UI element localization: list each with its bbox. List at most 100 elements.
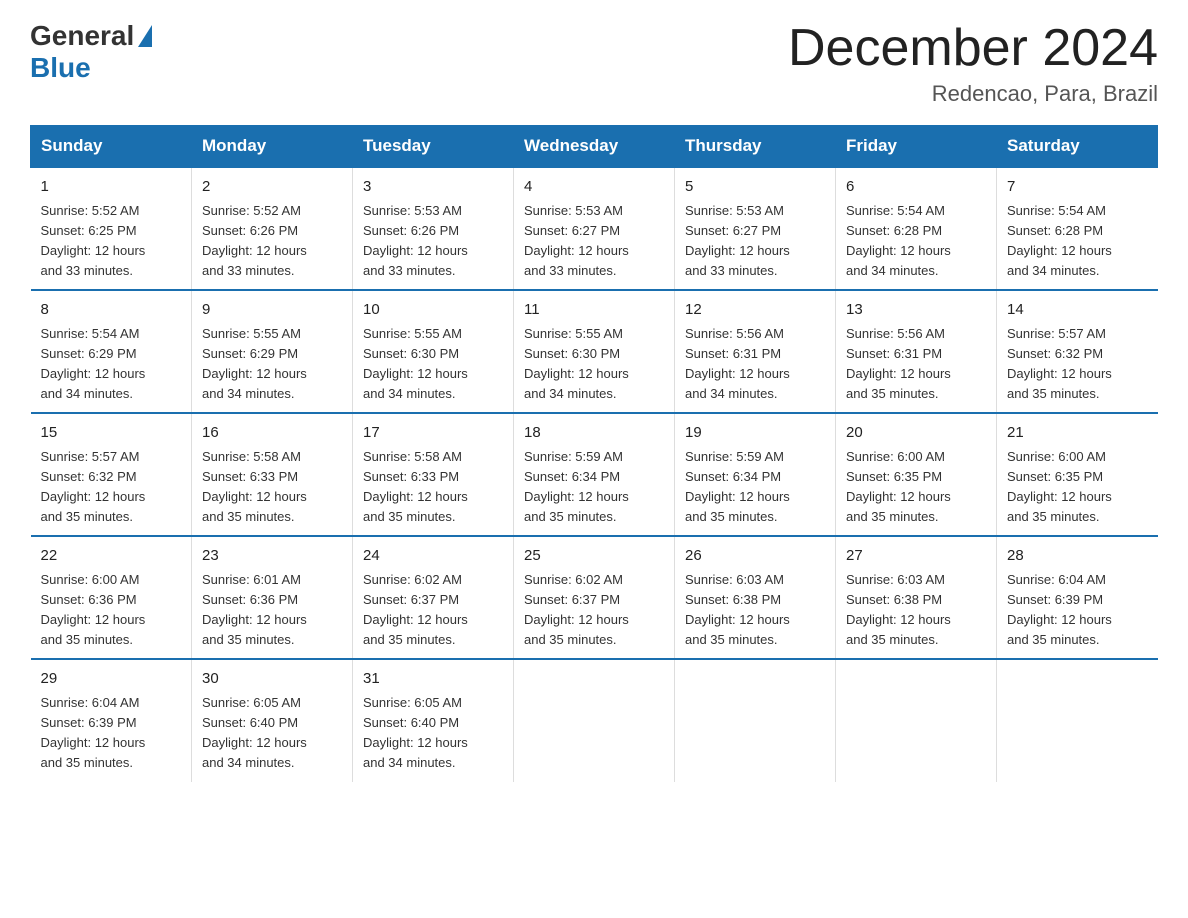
calendar-table: SundayMondayTuesdayWednesdayThursdayFrid… — [30, 125, 1158, 781]
day-info: Sunrise: 5:59 AMSunset: 6:34 PMDaylight:… — [685, 447, 825, 528]
calendar-cell: 4Sunrise: 5:53 AMSunset: 6:27 PMDaylight… — [514, 167, 675, 290]
calendar-cell: 20Sunrise: 6:00 AMSunset: 6:35 PMDayligh… — [836, 413, 997, 536]
day-number: 13 — [846, 299, 986, 322]
day-number: 10 — [363, 299, 503, 322]
calendar-week-row: 29Sunrise: 6:04 AMSunset: 6:39 PMDayligh… — [31, 659, 1158, 781]
location-subtitle: Redencao, Para, Brazil — [788, 81, 1158, 107]
calendar-cell: 9Sunrise: 5:55 AMSunset: 6:29 PMDaylight… — [192, 290, 353, 413]
calendar-cell: 22Sunrise: 6:00 AMSunset: 6:36 PMDayligh… — [31, 536, 192, 659]
logo-blue-label: Blue — [30, 52, 91, 84]
day-number: 20 — [846, 422, 986, 445]
day-info: Sunrise: 5:56 AMSunset: 6:31 PMDaylight:… — [685, 324, 825, 405]
day-info: Sunrise: 5:52 AMSunset: 6:25 PMDaylight:… — [41, 201, 182, 282]
day-number: 17 — [363, 422, 503, 445]
header-monday: Monday — [192, 126, 353, 168]
day-info: Sunrise: 6:02 AMSunset: 6:37 PMDaylight:… — [524, 570, 664, 651]
calendar-cell: 6Sunrise: 5:54 AMSunset: 6:28 PMDaylight… — [836, 167, 997, 290]
calendar-cell — [514, 659, 675, 781]
header-wednesday: Wednesday — [514, 126, 675, 168]
day-number: 14 — [1007, 299, 1148, 322]
calendar-cell: 17Sunrise: 5:58 AMSunset: 6:33 PMDayligh… — [353, 413, 514, 536]
day-info: Sunrise: 6:00 AMSunset: 6:35 PMDaylight:… — [1007, 447, 1148, 528]
calendar-cell: 19Sunrise: 5:59 AMSunset: 6:34 PMDayligh… — [675, 413, 836, 536]
calendar-cell: 14Sunrise: 5:57 AMSunset: 6:32 PMDayligh… — [997, 290, 1158, 413]
day-number: 12 — [685, 299, 825, 322]
logo: General Blue — [30, 20, 152, 84]
day-info: Sunrise: 5:58 AMSunset: 6:33 PMDaylight:… — [202, 447, 342, 528]
header-thursday: Thursday — [675, 126, 836, 168]
day-info: Sunrise: 6:00 AMSunset: 6:36 PMDaylight:… — [41, 570, 182, 651]
day-number: 27 — [846, 545, 986, 568]
day-number: 23 — [202, 545, 342, 568]
calendar-cell: 29Sunrise: 6:04 AMSunset: 6:39 PMDayligh… — [31, 659, 192, 781]
header-sunday: Sunday — [31, 126, 192, 168]
day-number: 30 — [202, 668, 342, 691]
calendar-cell: 7Sunrise: 5:54 AMSunset: 6:28 PMDaylight… — [997, 167, 1158, 290]
calendar-cell: 16Sunrise: 5:58 AMSunset: 6:33 PMDayligh… — [192, 413, 353, 536]
day-info: Sunrise: 5:53 AMSunset: 6:27 PMDaylight:… — [524, 201, 664, 282]
month-year-title: December 2024 — [788, 20, 1158, 77]
calendar-cell: 30Sunrise: 6:05 AMSunset: 6:40 PMDayligh… — [192, 659, 353, 781]
calendar-cell: 27Sunrise: 6:03 AMSunset: 6:38 PMDayligh… — [836, 536, 997, 659]
day-info: Sunrise: 5:59 AMSunset: 6:34 PMDaylight:… — [524, 447, 664, 528]
calendar-cell: 3Sunrise: 5:53 AMSunset: 6:26 PMDaylight… — [353, 167, 514, 290]
day-info: Sunrise: 5:54 AMSunset: 6:28 PMDaylight:… — [1007, 201, 1148, 282]
calendar-cell: 12Sunrise: 5:56 AMSunset: 6:31 PMDayligh… — [675, 290, 836, 413]
day-info: Sunrise: 6:04 AMSunset: 6:39 PMDaylight:… — [1007, 570, 1148, 651]
day-number: 2 — [202, 176, 342, 199]
calendar-cell: 28Sunrise: 6:04 AMSunset: 6:39 PMDayligh… — [997, 536, 1158, 659]
calendar-cell: 15Sunrise: 5:57 AMSunset: 6:32 PMDayligh… — [31, 413, 192, 536]
day-number: 1 — [41, 176, 182, 199]
day-info: Sunrise: 5:54 AMSunset: 6:28 PMDaylight:… — [846, 201, 986, 282]
calendar-cell: 2Sunrise: 5:52 AMSunset: 6:26 PMDaylight… — [192, 167, 353, 290]
day-number: 4 — [524, 176, 664, 199]
calendar-cell: 25Sunrise: 6:02 AMSunset: 6:37 PMDayligh… — [514, 536, 675, 659]
calendar-cell: 5Sunrise: 5:53 AMSunset: 6:27 PMDaylight… — [675, 167, 836, 290]
day-number: 9 — [202, 299, 342, 322]
day-info: Sunrise: 6:00 AMSunset: 6:35 PMDaylight:… — [846, 447, 986, 528]
header-friday: Friday — [836, 126, 997, 168]
calendar-week-row: 15Sunrise: 5:57 AMSunset: 6:32 PMDayligh… — [31, 413, 1158, 536]
day-number: 21 — [1007, 422, 1148, 445]
day-info: Sunrise: 5:57 AMSunset: 6:32 PMDaylight:… — [41, 447, 182, 528]
day-number: 6 — [846, 176, 986, 199]
calendar-header: SundayMondayTuesdayWednesdayThursdayFrid… — [31, 126, 1158, 168]
day-number: 16 — [202, 422, 342, 445]
day-info: Sunrise: 6:05 AMSunset: 6:40 PMDaylight:… — [202, 693, 342, 774]
logo-general-text: General — [30, 20, 152, 52]
calendar-cell: 8Sunrise: 5:54 AMSunset: 6:29 PMDaylight… — [31, 290, 192, 413]
calendar-cell: 24Sunrise: 6:02 AMSunset: 6:37 PMDayligh… — [353, 536, 514, 659]
day-info: Sunrise: 5:56 AMSunset: 6:31 PMDaylight:… — [846, 324, 986, 405]
calendar-cell: 23Sunrise: 6:01 AMSunset: 6:36 PMDayligh… — [192, 536, 353, 659]
calendar-week-row: 1Sunrise: 5:52 AMSunset: 6:25 PMDaylight… — [31, 167, 1158, 290]
calendar-cell: 13Sunrise: 5:56 AMSunset: 6:31 PMDayligh… — [836, 290, 997, 413]
calendar-cell: 18Sunrise: 5:59 AMSunset: 6:34 PMDayligh… — [514, 413, 675, 536]
day-number: 15 — [41, 422, 182, 445]
day-number: 28 — [1007, 545, 1148, 568]
calendar-cell — [836, 659, 997, 781]
day-info: Sunrise: 5:57 AMSunset: 6:32 PMDaylight:… — [1007, 324, 1148, 405]
day-info: Sunrise: 5:53 AMSunset: 6:27 PMDaylight:… — [685, 201, 825, 282]
day-number: 22 — [41, 545, 182, 568]
header-saturday: Saturday — [997, 126, 1158, 168]
day-info: Sunrise: 5:52 AMSunset: 6:26 PMDaylight:… — [202, 201, 342, 282]
day-number: 29 — [41, 668, 182, 691]
calendar-cell: 31Sunrise: 6:05 AMSunset: 6:40 PMDayligh… — [353, 659, 514, 781]
day-info: Sunrise: 5:55 AMSunset: 6:29 PMDaylight:… — [202, 324, 342, 405]
day-info: Sunrise: 5:55 AMSunset: 6:30 PMDaylight:… — [363, 324, 503, 405]
day-info: Sunrise: 6:03 AMSunset: 6:38 PMDaylight:… — [685, 570, 825, 651]
calendar-cell — [997, 659, 1158, 781]
calendar-cell: 21Sunrise: 6:00 AMSunset: 6:35 PMDayligh… — [997, 413, 1158, 536]
day-number: 18 — [524, 422, 664, 445]
day-info: Sunrise: 6:04 AMSunset: 6:39 PMDaylight:… — [41, 693, 182, 774]
title-block: December 2024 Redencao, Para, Brazil — [788, 20, 1158, 107]
day-info: Sunrise: 6:03 AMSunset: 6:38 PMDaylight:… — [846, 570, 986, 651]
day-info: Sunrise: 5:53 AMSunset: 6:26 PMDaylight:… — [363, 201, 503, 282]
calendar-cell: 1Sunrise: 5:52 AMSunset: 6:25 PMDaylight… — [31, 167, 192, 290]
day-info: Sunrise: 5:58 AMSunset: 6:33 PMDaylight:… — [363, 447, 503, 528]
day-number: 26 — [685, 545, 825, 568]
day-number: 11 — [524, 299, 664, 322]
day-number: 3 — [363, 176, 503, 199]
day-number: 19 — [685, 422, 825, 445]
day-info: Sunrise: 6:01 AMSunset: 6:36 PMDaylight:… — [202, 570, 342, 651]
